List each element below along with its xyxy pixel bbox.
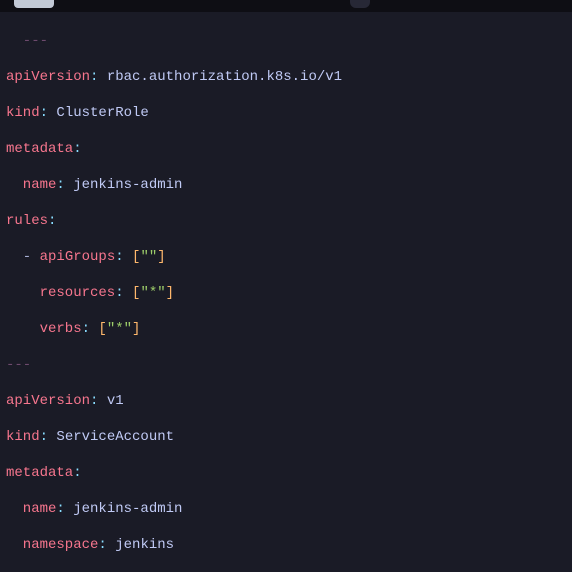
active-tab[interactable] [14, 0, 54, 8]
kv-line: metadata: [6, 140, 572, 158]
kv-line: metadata: [6, 464, 572, 482]
editor-tabbar [0, 0, 572, 12]
list-item: - apiGroups: [""] [6, 248, 572, 266]
kv-line: name: jenkins-admin [6, 176, 572, 194]
code-editor[interactable]: --- apiVersion: rbac.authorization.k8s.i… [0, 12, 572, 572]
yaml-separator: --- [6, 32, 572, 50]
yaml-separator: --- [6, 356, 572, 374]
kv-line: namespace: jenkins [6, 536, 572, 554]
kv-line: name: jenkins-admin [6, 500, 572, 518]
kv-line: kind: ClusterRole [6, 104, 572, 122]
tab-curve [350, 0, 370, 8]
kv-line: resources: ["*"] [6, 284, 572, 302]
kv-line: verbs: ["*"] [6, 320, 572, 338]
kv-line: apiVersion: rbac.authorization.k8s.io/v1 [6, 68, 572, 86]
kv-line: rules: [6, 212, 572, 230]
kv-line: kind: ServiceAccount [6, 428, 572, 446]
kv-line: apiVersion: v1 [6, 392, 572, 410]
